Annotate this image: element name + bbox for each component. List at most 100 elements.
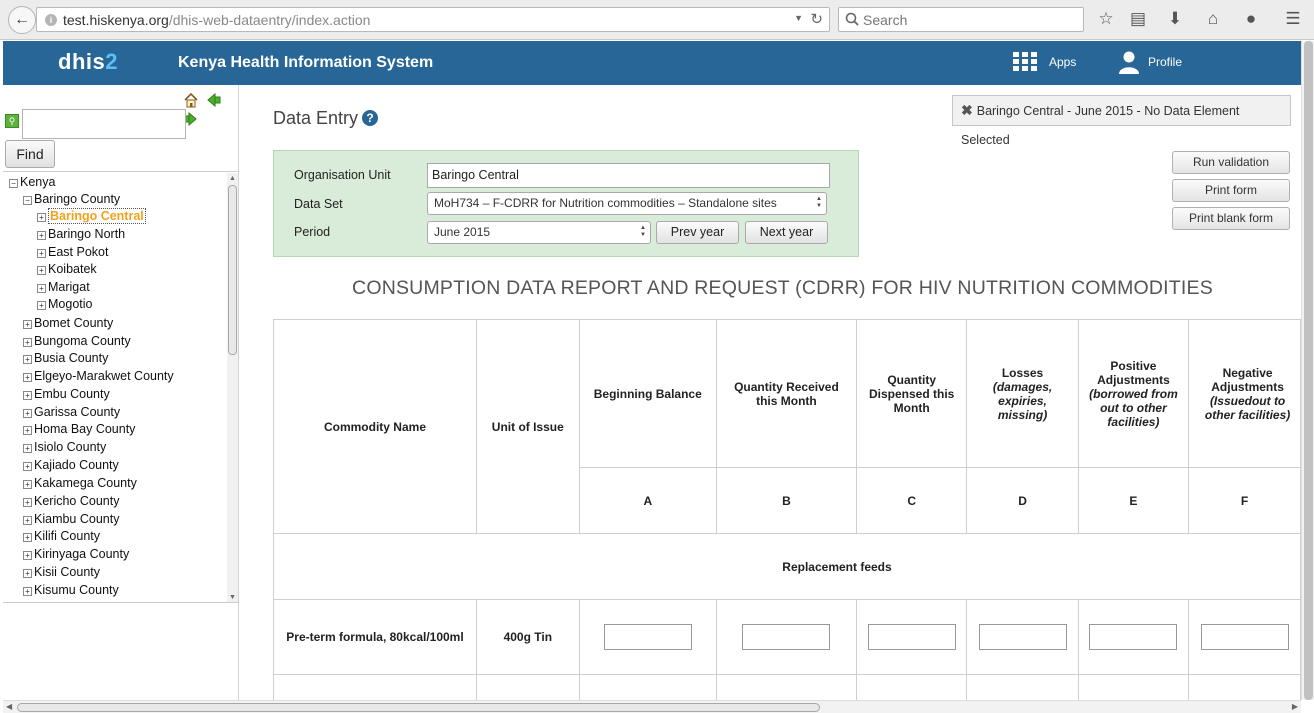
expand-node-icon[interactable]: + — [23, 444, 32, 454]
tree-node-label[interactable]: Homa Bay County — [34, 422, 135, 436]
search-go-icon[interactable]: ⚲ — [5, 114, 19, 128]
expand-node-icon[interactable]: + — [37, 301, 46, 311]
tree-node[interactable]: + Elgeyo-Marakwet County — [23, 368, 174, 385]
home-icon[interactable] — [183, 92, 199, 108]
positive-adjustments-input[interactable] — [1089, 624, 1178, 650]
expand-node-icon[interactable]: + — [23, 355, 32, 365]
tree-node-label[interactable]: East Pokot — [48, 245, 108, 259]
tree-node[interactable]: + Mogotio — [37, 296, 92, 313]
horizontal-scroll-thumb[interactable] — [17, 703, 820, 712]
page-scroll-thumb[interactable] — [1304, 41, 1313, 700]
beginning-balance-input[interactable] — [603, 624, 692, 650]
tree-node-label[interactable]: Kirinyaga County — [34, 547, 129, 561]
collapse-node-icon[interactable]: − — [23, 196, 32, 206]
quantity-received-input[interactable] — [742, 624, 831, 650]
tree-node-label[interactable]: Kericho County — [34, 494, 119, 508]
tree-node[interactable]: + Kirinyaga County — [23, 546, 129, 563]
expand-node-icon[interactable]: + — [37, 213, 46, 223]
tree-node[interactable]: + Embu County — [23, 386, 110, 403]
tree-node[interactable]: + Kericho County — [23, 493, 119, 510]
tree-node[interactable]: + Kajiado County — [23, 457, 119, 474]
tree-node-label[interactable]: Elgeyo-Marakwet County — [34, 369, 174, 383]
find-button[interactable]: Find — [5, 140, 55, 168]
page-vertical-scrollbar[interactable] — [1301, 41, 1314, 700]
tree-node-label[interactable]: Isiolo County — [34, 440, 106, 454]
tree-node-label[interactable]: Baringo North — [48, 227, 125, 241]
tree-node-label[interactable]: Marigat — [48, 280, 90, 294]
tree-node[interactable]: + Marigat — [37, 279, 90, 296]
bookmark-star-icon[interactable]: ☆ — [1096, 9, 1116, 29]
expand-node-icon[interactable]: + — [37, 248, 46, 258]
expand-node-icon[interactable]: + — [23, 320, 32, 330]
tree-node[interactable]: − Kenya — [9, 174, 55, 191]
tree-node-label[interactable]: Kajiado County — [34, 458, 119, 472]
tree-node[interactable]: + Kakamega County — [23, 475, 137, 492]
tree-node[interactable]: + Baringo North — [37, 226, 125, 243]
tree-node-label[interactable]: Mogotio — [48, 297, 92, 311]
tree-scrollbar[interactable]: ▲ ▼ — [227, 173, 238, 602]
expand-node-icon[interactable]: + — [23, 533, 32, 543]
expand-node-icon[interactable]: + — [23, 462, 32, 472]
collapse-arrow-icon[interactable] — [205, 92, 221, 108]
tree-node-label[interactable]: Kiambu County — [34, 512, 119, 526]
tree-node-label[interactable]: Baringo County — [34, 192, 120, 206]
expand-node-icon[interactable]: + — [23, 551, 32, 561]
reading-list-icon[interactable]: ▤ — [1128, 9, 1148, 29]
tree-node-label[interactable]: Busia County — [34, 351, 108, 365]
expand-node-icon[interactable]: + — [23, 515, 32, 525]
scroll-left-icon[interactable]: ◀ — [6, 702, 12, 711]
tree-node-label[interactable]: Kilifi County — [34, 529, 100, 543]
tree-node[interactable]: + Garissa County — [23, 404, 120, 421]
expand-node-icon[interactable]: + — [37, 266, 46, 276]
expand-node-icon[interactable]: + — [23, 408, 32, 418]
expand-node-icon[interactable]: + — [23, 426, 32, 436]
expand-node-icon[interactable]: + — [23, 569, 32, 579]
tree-node-label[interactable]: Embu County — [34, 387, 110, 401]
losses-input[interactable] — [978, 624, 1067, 650]
tree-node[interactable]: + East Pokot — [37, 244, 108, 261]
info-icon[interactable]: i — [45, 14, 57, 26]
tree-node-label[interactable]: Baringo Central — [48, 208, 146, 225]
dhis2-logo[interactable]: dhis2 — [58, 49, 118, 75]
selection-status[interactable]: ✖ Baringo Central - June 2015 - No Data E… — [952, 95, 1291, 147]
run-validation-button[interactable]: Run validation — [1172, 151, 1290, 174]
browser-search-field[interactable]: Search — [838, 7, 1084, 32]
page-horizontal-scrollbar[interactable]: ◀ ▶ — [3, 700, 1301, 713]
tree-node[interactable]: + Bomet County — [23, 315, 113, 332]
scroll-up-icon[interactable]: ▲ — [229, 175, 236, 182]
chat-icon[interactable]: ● — [1241, 9, 1261, 29]
dataset-select[interactable]: MoH734 – F-CDRR for Nutrition commoditie… — [427, 192, 827, 215]
expand-node-icon[interactable]: + — [23, 337, 32, 347]
menu-icon[interactable]: ☰ — [1283, 9, 1303, 29]
tree-node[interactable]: + Busia County — [23, 350, 108, 367]
tree-node[interactable]: + Koibatek — [37, 261, 97, 278]
scroll-down-icon[interactable]: ▼ — [229, 594, 236, 601]
org-unit-search-input[interactable] — [22, 109, 186, 139]
address-bar[interactable]: i test.hiskenya.org/dhis-web-dataentry/i… — [36, 7, 830, 32]
tree-node-label[interactable]: Garissa County — [34, 405, 120, 419]
collapse-node-icon[interactable]: − — [9, 179, 18, 188]
print-form-button[interactable]: Print form — [1172, 179, 1290, 202]
tree-node-label[interactable]: Kisumu County — [34, 583, 119, 597]
expand-node-icon[interactable]: + — [23, 587, 32, 597]
expand-node-icon[interactable]: + — [23, 480, 32, 490]
tree-node-label[interactable]: Koibatek — [48, 262, 97, 276]
tree-scroll-thumb[interactable] — [228, 185, 237, 355]
negative-adjustments-input[interactable] — [1201, 624, 1290, 650]
tree-node[interactable]: + Homa Bay County — [23, 421, 135, 438]
period-select[interactable]: June 2015 ▲ ▼ — [427, 221, 651, 244]
expand-node-icon[interactable]: + — [37, 231, 46, 241]
expand-node-icon[interactable]: + — [37, 283, 46, 293]
dropdown-arrow-icon[interactable]: ▼ — [794, 13, 803, 23]
tree-node[interactable]: + Bungoma County — [23, 333, 131, 350]
tree-node-label[interactable]: Bungoma County — [34, 334, 131, 348]
tree-node[interactable]: + Kiambu County — [23, 511, 119, 528]
reload-icon[interactable]: ↻ — [810, 10, 823, 28]
tree-node[interactable]: + Kisii County — [23, 564, 100, 581]
expand-node-icon[interactable]: + — [23, 498, 32, 507]
tree-node-label[interactable]: Kisii County — [34, 565, 100, 579]
next-year-button[interactable]: Next year — [745, 221, 828, 244]
download-icon[interactable]: ⬇ — [1165, 9, 1185, 29]
prev-year-button[interactable]: Prev year — [656, 221, 739, 244]
expand-node-icon[interactable]: + — [23, 391, 32, 401]
